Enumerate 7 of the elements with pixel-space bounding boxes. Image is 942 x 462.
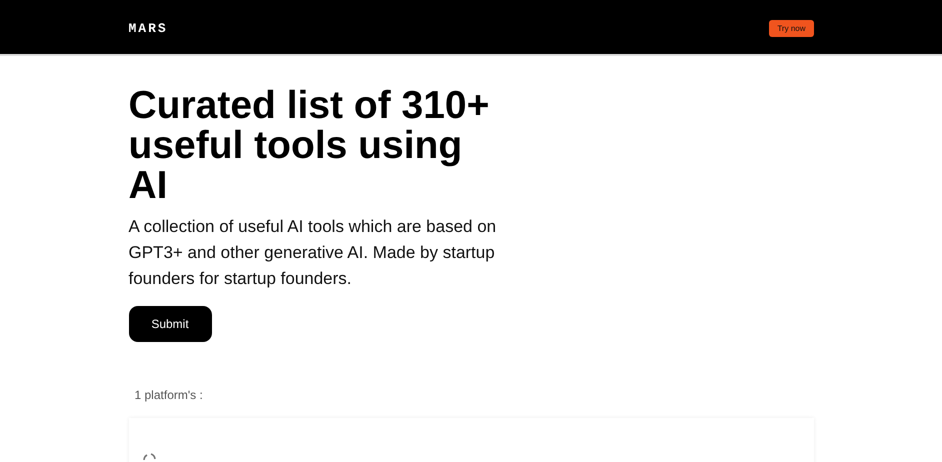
loading-icon bbox=[140, 451, 156, 461]
hero-title: Curated list of 310+ useful tools using AI bbox=[128, 86, 490, 206]
logo[interactable]: MARS bbox=[128, 20, 168, 36]
hero-subtitle: A collection of useful AI tools which are based on GPT3+ and other generative AI. Made by startup founders for startup founders. bbox=[128, 216, 498, 290]
platform-count: 1 platform's : bbox=[134, 388, 204, 402]
try-now-button[interactable]: Try now bbox=[769, 20, 814, 36]
submit-button[interactable]: Submit bbox=[128, 306, 212, 342]
